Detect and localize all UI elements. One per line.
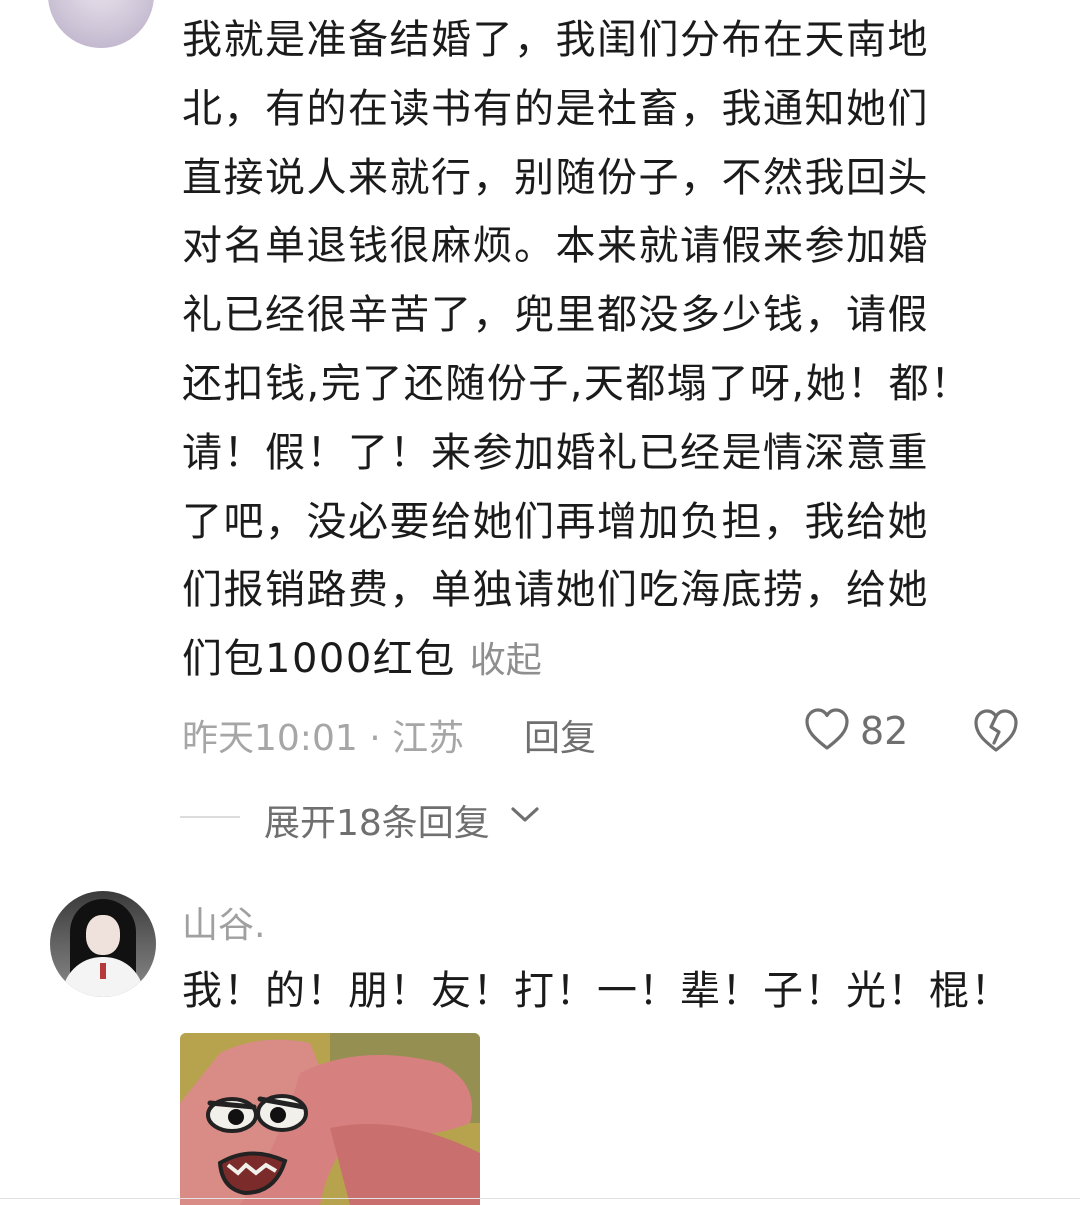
like-count: 82 bbox=[860, 709, 909, 753]
avatar-decoration bbox=[86, 915, 120, 955]
meme-illustration bbox=[180, 1033, 480, 1205]
avatar[interactable] bbox=[50, 891, 156, 997]
expand-replies[interactable]: 展开18条回复 bbox=[180, 790, 600, 844]
comment-line: 了吧，没必要给她们再增加负担，我给她 bbox=[182, 498, 929, 545]
heart-icon bbox=[805, 708, 849, 750]
comment-line: 对名单退钱很麻烦。本来就请假来参加婚 bbox=[182, 223, 929, 270]
expand-replies-label: 展开18条回复 bbox=[264, 803, 490, 844]
comment-line: 礼已经很辛苦了，兜里都没多少钱，请假 bbox=[182, 292, 929, 339]
comment-line: 北，有的在读书有的是社畜，我通知她们 bbox=[182, 85, 929, 132]
avatar[interactable] bbox=[48, 0, 154, 48]
timestamp-location: 昨天10:01 · 江苏 bbox=[182, 718, 465, 759]
avatar-decoration bbox=[100, 963, 106, 979]
comment-feed: 我就是准备结婚了，我闺们分布在天南地 北，有的在读书有的是社畜，我通知她们 直接… bbox=[0, 0, 1080, 1205]
broken-heart-icon[interactable] bbox=[972, 707, 1020, 753]
comment-line: 请！假！了！来参加婚礼已经是情深意重 bbox=[182, 429, 929, 476]
chevron-down-icon bbox=[511, 807, 539, 822]
comment-line: 们包1000红包 bbox=[182, 636, 456, 683]
comment-line: 直接说人来就行，别随份子，不然我回头 bbox=[182, 154, 929, 201]
comment-line: 还扣钱,完了还随份子,天都塌了呀,她！都！ bbox=[182, 360, 972, 407]
comment-image[interactable] bbox=[180, 1033, 480, 1205]
comment-body: 我就是准备结婚了，我闺们分布在天南地 北，有的在读书有的是社畜，我通知她们 直接… bbox=[182, 6, 1032, 694]
divider bbox=[0, 1198, 1080, 1199]
comment-body: 我！的！朋！友！打！一！辈！子！光！棍！ bbox=[182, 968, 1012, 1014]
divider bbox=[180, 816, 240, 818]
comment-meta-row: 昨天10:01 · 江苏 回复 82 bbox=[182, 705, 1042, 759]
reply-button[interactable]: 回复 bbox=[524, 709, 596, 761]
comment-line-last: 们包1000红包 收起 bbox=[182, 625, 1032, 694]
comment-line: 我就是准备结婚了，我闺们分布在天南地 bbox=[182, 17, 929, 63]
comment-line: 们报销路费，单独请她们吃海底捞，给她 bbox=[182, 567, 929, 614]
username[interactable]: 山谷. bbox=[182, 896, 265, 948]
collapse-button[interactable]: 收起 bbox=[470, 640, 542, 681]
